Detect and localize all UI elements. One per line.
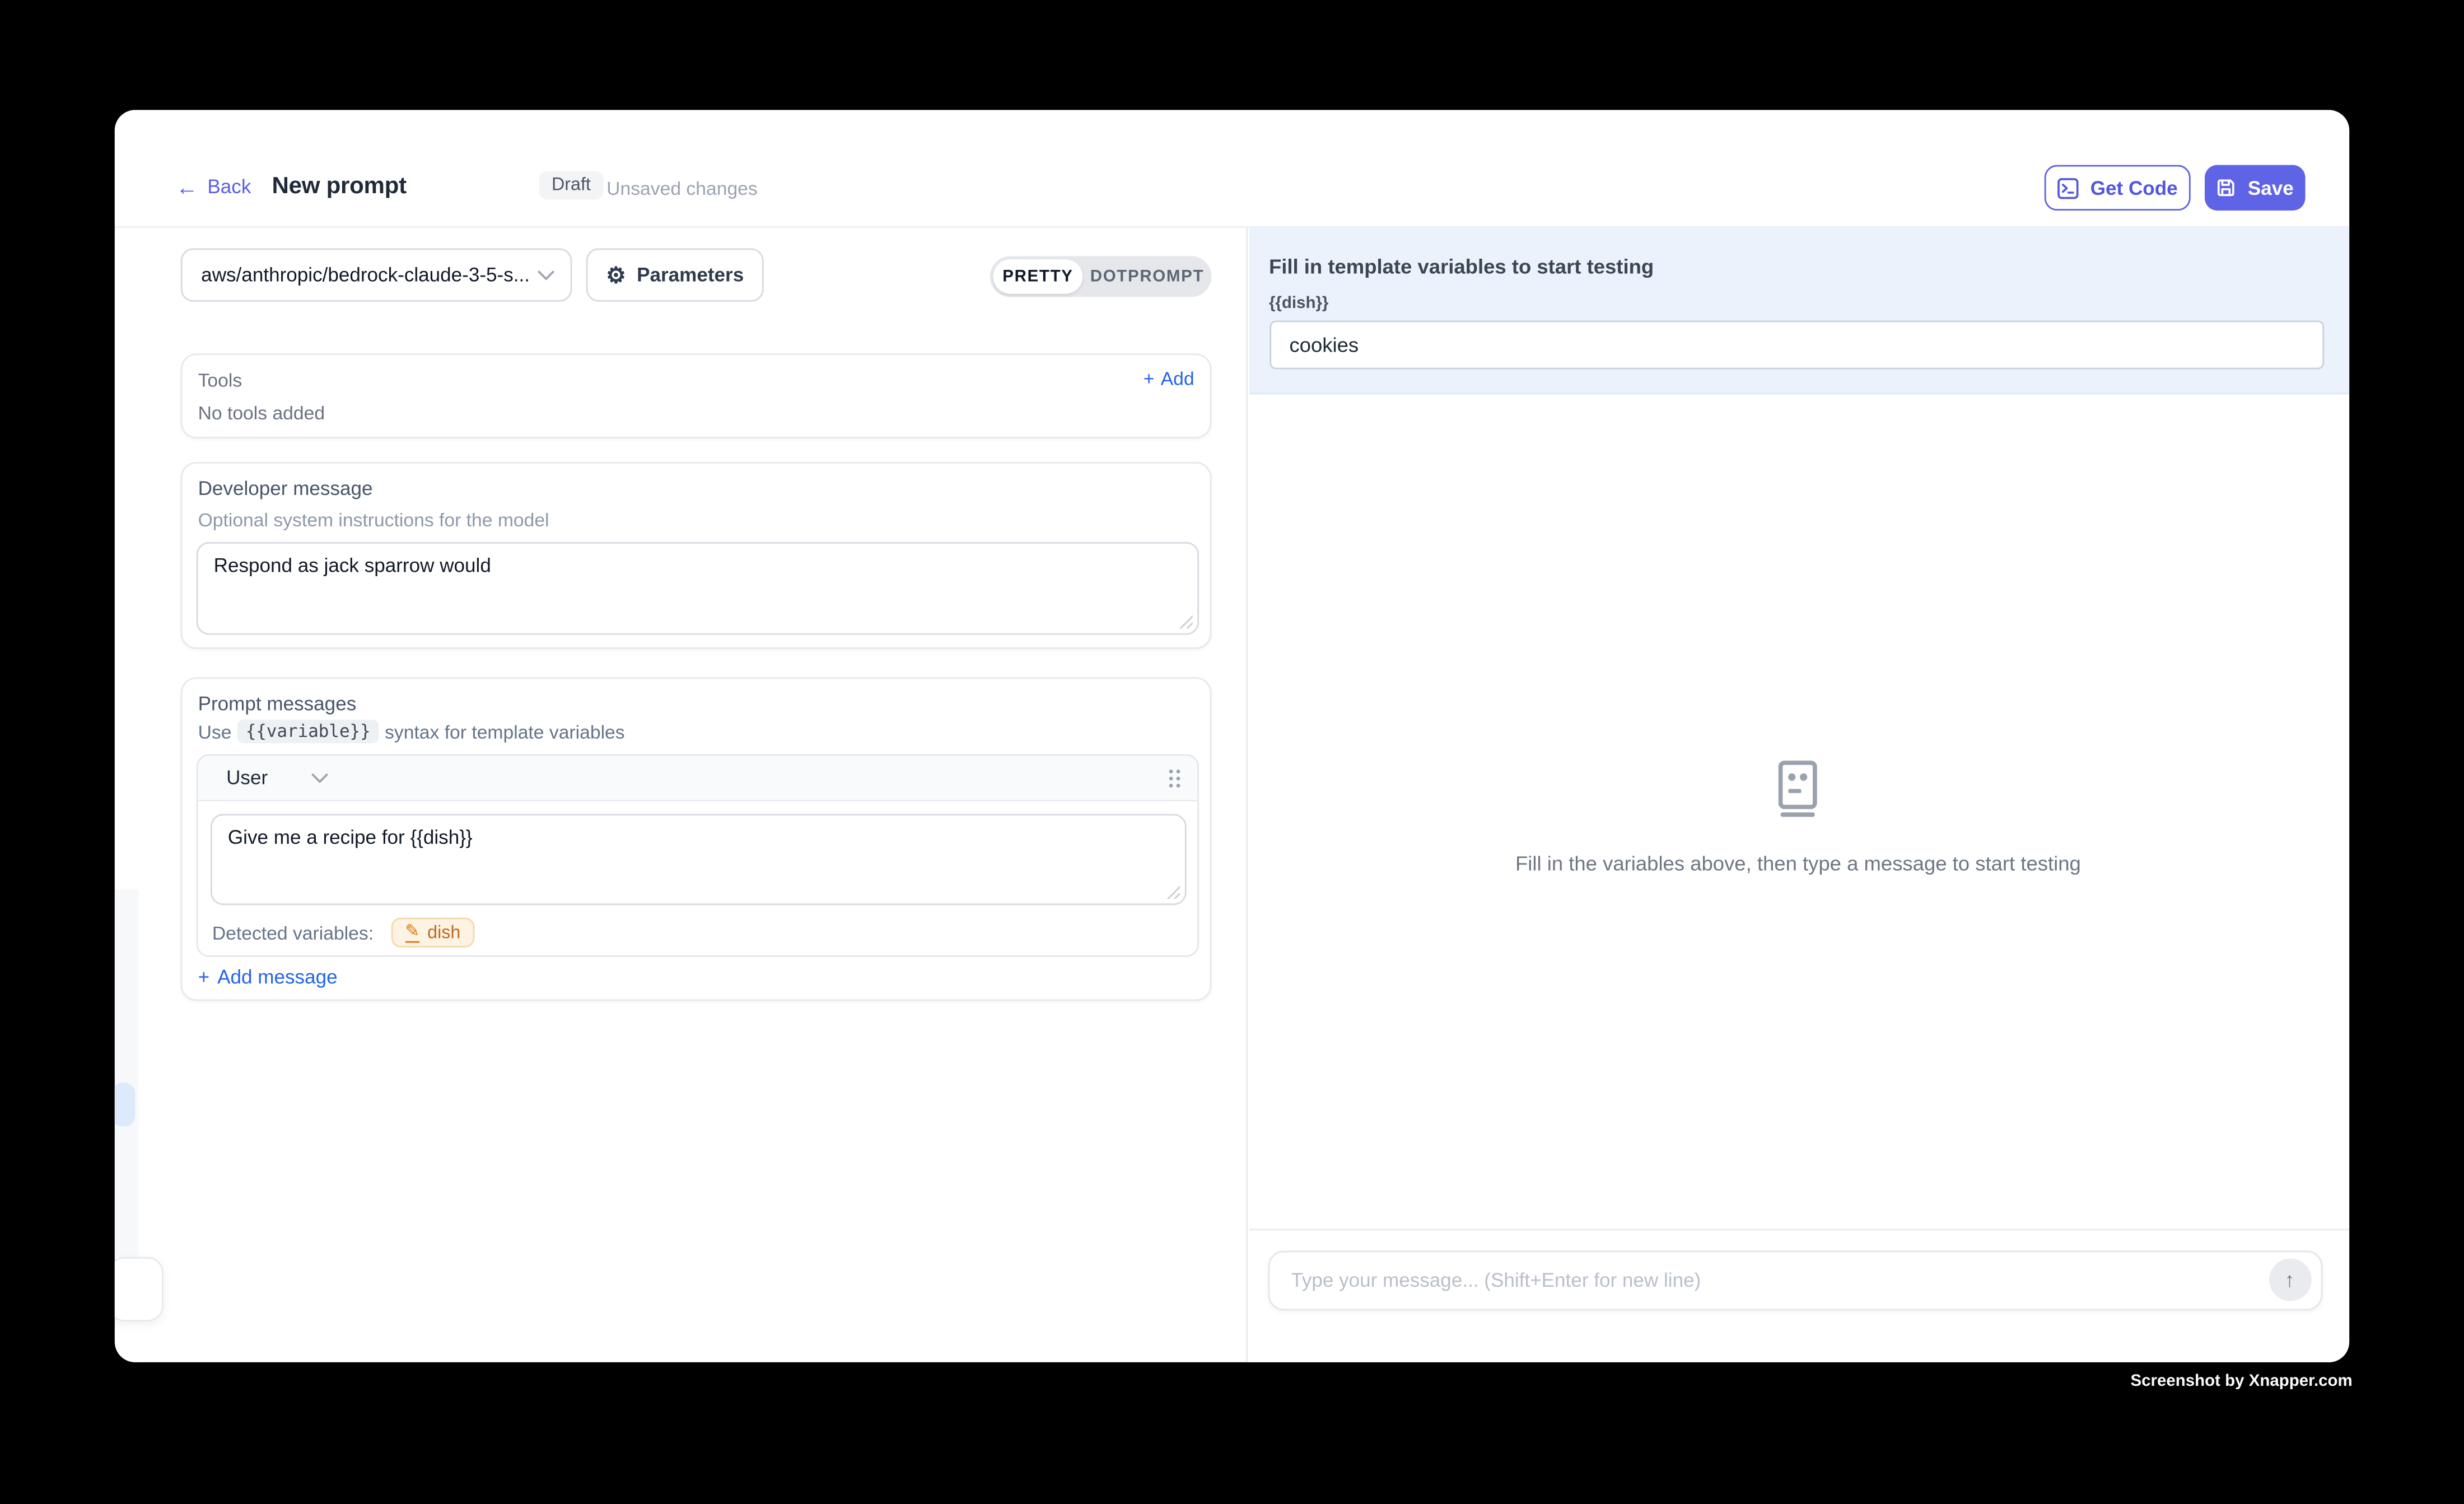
save-button[interactable]: Save [2205, 165, 2306, 211]
message-role-select[interactable]: User [226, 767, 329, 788]
developer-message-field-wrap: Respond as jack sparrow would [197, 542, 1199, 635]
save-icon [2216, 178, 2237, 198]
chat-message-input[interactable] [1288, 1267, 2269, 1292]
variable-value-input[interactable] [1269, 320, 2323, 368]
save-label: Save [2248, 177, 2294, 199]
developer-message-textarea[interactable]: Respond as jack sparrow would [198, 544, 1198, 633]
toggle-option-pretty[interactable]: PRETTY [993, 259, 1082, 294]
plus-icon: + [1144, 368, 1155, 390]
variable-syntax-chip: {{variable}} [238, 720, 379, 743]
robot-icon [1775, 760, 1822, 816]
back-button[interactable]: ← Back [176, 176, 251, 198]
left-edge-popover-sliver [115, 1257, 164, 1321]
message-role-value: User [226, 767, 268, 788]
chat-divider [1248, 1228, 2349, 1230]
subtitle-suffix: syntax for template variables [385, 721, 625, 742]
left-edge-selected-item [115, 1082, 135, 1127]
drag-dots-icon [1168, 768, 1182, 788]
add-message-button[interactable]: + Add message [198, 966, 338, 988]
prompt-editor-window: ← Back New prompt Draft Unsaved changes … [115, 110, 2349, 1362]
model-selector[interactable]: aws/anthropic/bedrock-claude-3-5-s... [181, 248, 572, 301]
detected-variables-label: Detected variables: [212, 922, 374, 943]
prompt-messages-section: Prompt messages Use {{variable}} syntax … [181, 677, 1212, 1001]
parameters-button[interactable]: ⚙ Parameters [586, 248, 764, 301]
chat-empty-text: Fill in the variables above, then type a… [1515, 851, 2081, 875]
template-variables-panel: Fill in template variables to start test… [1248, 227, 2349, 393]
chevron-down-icon [312, 772, 329, 783]
add-tool-button[interactable]: + Add [1144, 368, 1194, 390]
format-toggle: PRETTY DOTPROMPT [990, 256, 1212, 297]
developer-message-subtitle: Optional system instructions for the mod… [198, 509, 549, 531]
get-code-label: Get Code [2090, 177, 2178, 199]
message-header: User [198, 756, 1198, 801]
template-variables-title: Fill in template variables to start test… [1269, 254, 1654, 277]
chat-empty-state: Fill in the variables above, then type a… [1247, 760, 2349, 875]
message-textarea[interactable]: Give me a recipe for {{dish}} [212, 815, 1185, 903]
chat-input-box: ↑ [1267, 1250, 2322, 1310]
add-tool-label: Add [1161, 368, 1194, 390]
screenshot-stage: ← Back New prompt Draft Unsaved changes … [0, 0, 2464, 1503]
left-edge-sidebar-sliver [115, 889, 138, 1257]
toggle-option-dotprompt[interactable]: DOTPROMPT [1082, 267, 1211, 286]
message-block: User Give me a recipe for { [197, 754, 1199, 957]
terminal-icon [2057, 177, 2079, 199]
gear-icon: ⚙ [606, 264, 626, 286]
variable-badge-dish[interactable]: ✎ dish [391, 918, 475, 948]
tools-empty-text: No tools added [198, 402, 325, 424]
detected-variables-row: Detected variables: ✎ dish [212, 918, 475, 948]
prompt-messages-subtitle: Use {{variable}} syntax for template var… [198, 720, 625, 743]
tools-title: Tools [198, 369, 242, 391]
page-title: New prompt [272, 173, 406, 200]
subtitle-prefix: Use [198, 721, 232, 742]
developer-message-title: Developer message [198, 478, 373, 499]
prompt-messages-title: Prompt messages [198, 693, 357, 714]
variable-key-label: {{dish}} [1269, 293, 1328, 312]
variable-badge-label: dish [427, 923, 460, 942]
plus-icon: + [198, 966, 210, 988]
send-button[interactable]: ↑ [2269, 1259, 2311, 1301]
watermark-text: Screenshot by Xnapper.com [2130, 1372, 2352, 1391]
draft-status-badge: Draft [539, 171, 603, 200]
tools-section: Tools + Add No tools added [181, 353, 1212, 438]
pencil-icon: ✎ [405, 922, 419, 943]
add-message-label: Add message [217, 966, 337, 988]
send-arrow-icon: ↑ [2284, 1268, 2294, 1292]
model-selector-value: aws/anthropic/bedrock-claude-3-5-s... [201, 264, 538, 286]
message-field-wrap: Give me a recipe for {{dish}} [211, 814, 1187, 905]
unsaved-changes-text: Unsaved changes [606, 178, 758, 199]
test-panel: Fill in template variables to start test… [1245, 226, 2349, 1362]
chevron-down-icon [538, 269, 555, 281]
developer-message-section: Developer message Optional system instru… [181, 462, 1212, 649]
parameters-label: Parameters [637, 264, 744, 286]
back-label: Back [207, 176, 251, 198]
header-bar: ← Back New prompt Draft Unsaved changes … [115, 110, 2349, 227]
get-code-button[interactable]: Get Code [2045, 165, 2191, 211]
drag-handle[interactable] [1168, 768, 1182, 788]
back-arrow-icon: ← [176, 176, 198, 198]
